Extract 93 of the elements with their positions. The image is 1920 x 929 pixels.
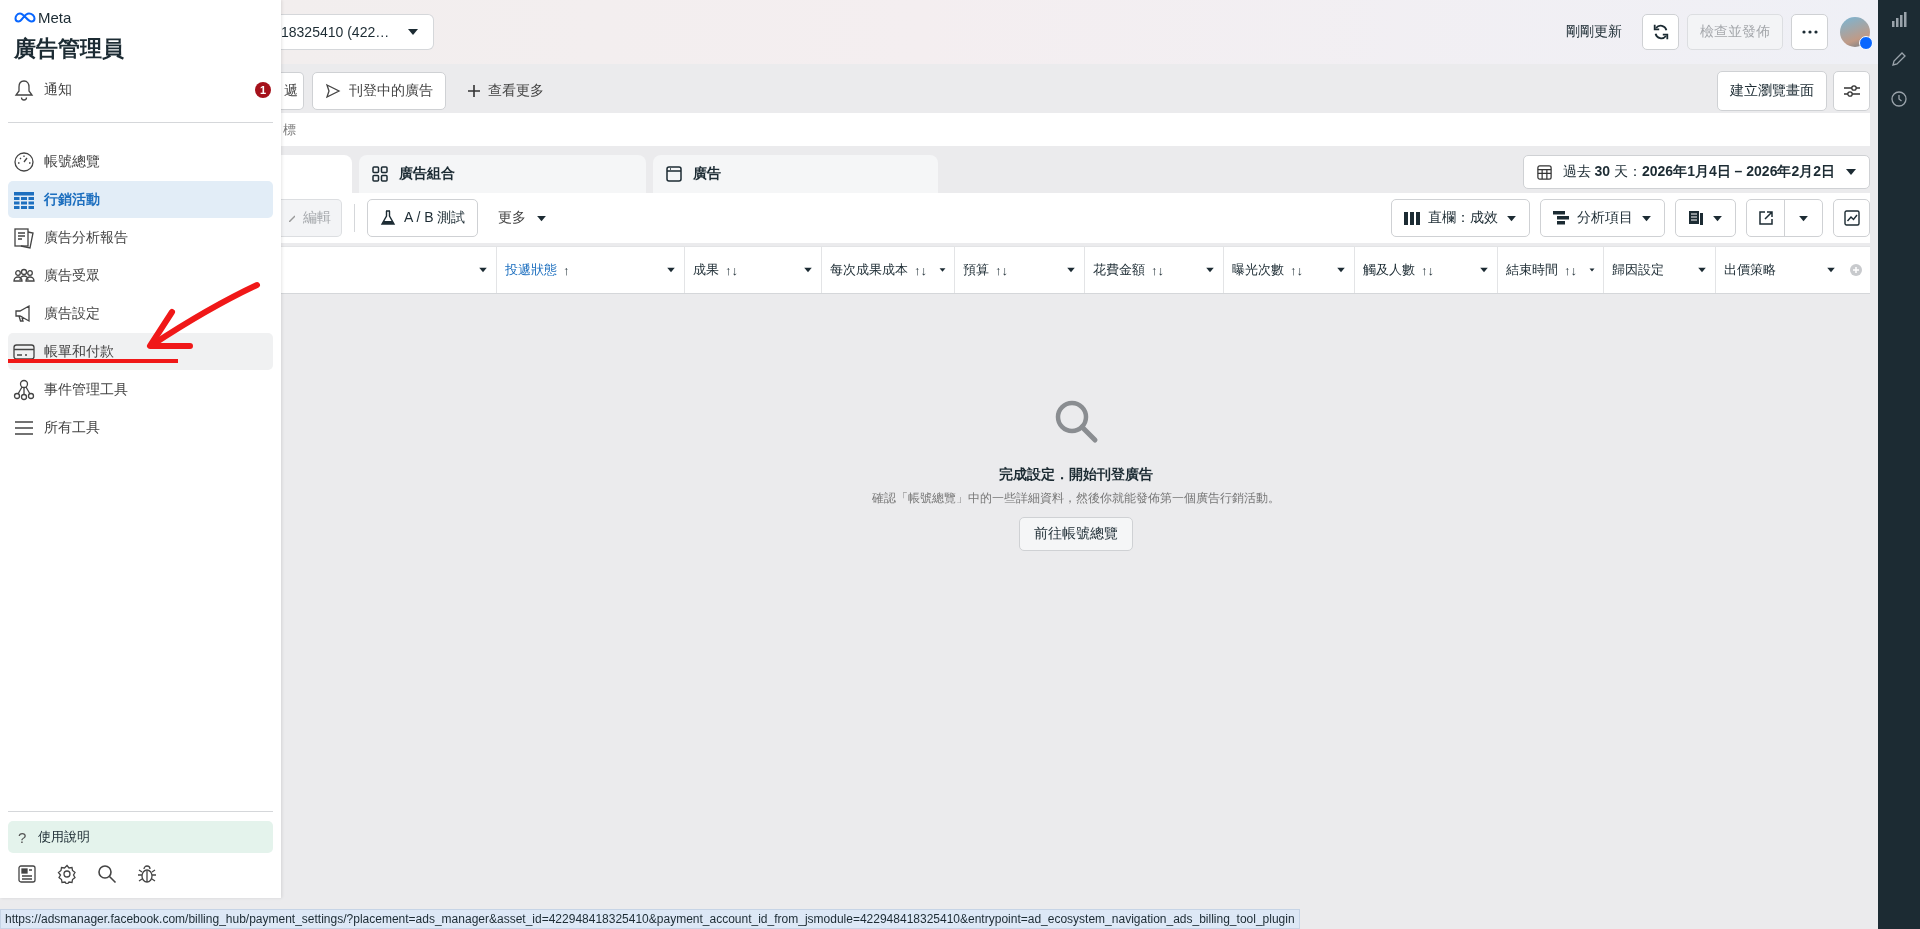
sidebar-item[interactable]: 事件管理工具 [8,371,273,408]
clock-icon[interactable] [1891,91,1907,107]
tab[interactable]: 廣告組合 [359,155,646,193]
bell-icon [14,79,34,101]
breakdown-dropdown[interactable]: 分析項目 [1540,199,1665,237]
reports-icon [1688,210,1704,226]
sidebar-item[interactable]: 廣告設定 [8,295,273,332]
tab[interactable]: 廣告 [653,155,938,193]
bar-chart-icon[interactable] [1891,11,1907,27]
sliders-icon [1842,84,1861,98]
empty-state-description: 確認「帳號總覽」中的一些詳細資料，然後你就能發佈第一個廣告行銷活動。 [871,490,1280,507]
brand-name: Meta [38,9,72,26]
badge-icon [1859,36,1873,50]
account-dropdown[interactable]: 18325410 (422… [281,14,435,50]
caret-icon [1798,214,1809,222]
sidebar-item[interactable]: 行銷活動 [8,181,273,218]
calendar-icon [1535,163,1553,181]
columns-icon [1404,211,1420,225]
network-icon [13,378,35,401]
column-header[interactable]: 投遞狀態 ↑ [497,247,685,293]
column-header[interactable]: 每次成果成本 ↑↓ [822,247,955,293]
caret-icon[interactable] [1479,267,1489,273]
more-dropdown[interactable]: 更多 [488,209,558,227]
caret-icon[interactable] [478,267,488,273]
caret-icon[interactable] [803,267,813,273]
refresh-button[interactable] [1642,14,1679,50]
columns-dropdown[interactable]: 直欄：成效 [1391,199,1530,237]
help-button[interactable]: ? 使用說明 [8,821,273,853]
breakdown-icon [1553,211,1569,225]
app-title: 廣告管理員 [14,35,125,63]
create-view-button[interactable]: 建立瀏覽畫面 [1717,71,1827,111]
see-more-button[interactable]: 查看更多 [458,82,554,100]
column-header[interactable]: 結束時間 ↑↓ [1498,247,1604,293]
date-range-picker[interactable]: 過去 30 天：2026年1月4日 – 2026年2月2日 [1522,155,1870,189]
export-icon [1757,210,1774,226]
send-icon [325,83,341,99]
empty-state-title: 完成設定．開始刊登廣告 [998,466,1153,484]
caret-icon[interactable] [666,267,676,273]
bug-icon[interactable] [137,864,157,884]
more-icon [1801,30,1818,34]
caret-icon[interactable] [1205,267,1215,273]
column-header[interactable]: 曝光次數 ↑↓ [1224,247,1355,293]
gauge-icon [13,150,35,173]
column-header[interactable]: 花費金額 ↑↓ [1085,247,1224,293]
caret-icon[interactable] [1589,267,1595,273]
column-header[interactable]: 成果 ↑↓ [685,247,822,293]
question-icon: ? [18,828,27,846]
sidebar-item[interactable]: 所有工具 [8,409,273,446]
caret-icon[interactable] [939,267,946,273]
news-icon[interactable] [17,864,37,884]
column-header[interactable]: 出價策略 [1716,247,1870,293]
caret-icon[interactable] [1826,267,1836,273]
update-status: 剛剛更新 [1566,23,1622,41]
column-header[interactable]: 預算 ↑↓ [955,247,1085,293]
export-button[interactable] [1746,199,1823,237]
caret-icon [1506,214,1517,222]
notifications-item[interactable]: 通知 1 [14,76,273,104]
caret-icon [536,214,548,222]
search-icon[interactable] [97,864,117,884]
grid-icon [371,165,389,183]
caret-icon [1641,214,1652,222]
filter-button[interactable]: 遞 [281,72,304,110]
line-chart-icon [1843,210,1860,226]
pencil-icon [289,214,295,222]
caret-icon[interactable] [1066,267,1076,273]
status-bar-url: https://adsmanager.facebook.com/billing_hub/payment_settings/?placement=ads_manager&asset_id=422948418325410&payment_account_id_from_jsmodule=422948418325410&entrypoint=ad_ecosystem_navigation_ads_billing_tool_plugin [0,909,1300,929]
settings-icon[interactable] [57,864,77,884]
search-field[interactable]: 標 [281,113,1870,146]
go-to-overview-button[interactable]: 前往帳號總覽 [1018,517,1133,551]
avatar[interactable] [1840,17,1870,47]
caret-icon[interactable] [1336,267,1346,273]
caret-icon [1845,168,1857,176]
flask-icon [380,210,396,226]
filter-button[interactable]: 刊登中的廣告 [312,72,446,110]
column-header[interactable]: 歸因設定 [1604,247,1716,293]
caret-icon [407,28,420,36]
sidebar-item[interactable]: 廣告受眾 [8,257,273,294]
sidebar-item[interactable]: 廣告分析報告 [8,219,273,256]
notification-count: 1 [255,82,271,98]
settings-button[interactable] [1833,71,1870,111]
column-header[interactable]: 觸及人數 ↑↓ [1355,247,1498,293]
report-icon [13,226,35,249]
chart-button[interactable] [1833,199,1870,237]
ab-test-button[interactable]: A / B 測試 [367,199,479,237]
reports-dropdown[interactable] [1675,199,1736,237]
plus-icon [468,85,480,97]
meta-logo-icon [14,12,36,23]
caret-icon [1712,214,1723,222]
pencil-icon[interactable] [1891,51,1907,67]
sidebar-item[interactable]: 帳號總覽 [8,143,273,180]
caret-icon[interactable] [1697,267,1707,273]
refresh-icon [1651,23,1670,41]
window-icon [665,165,683,183]
